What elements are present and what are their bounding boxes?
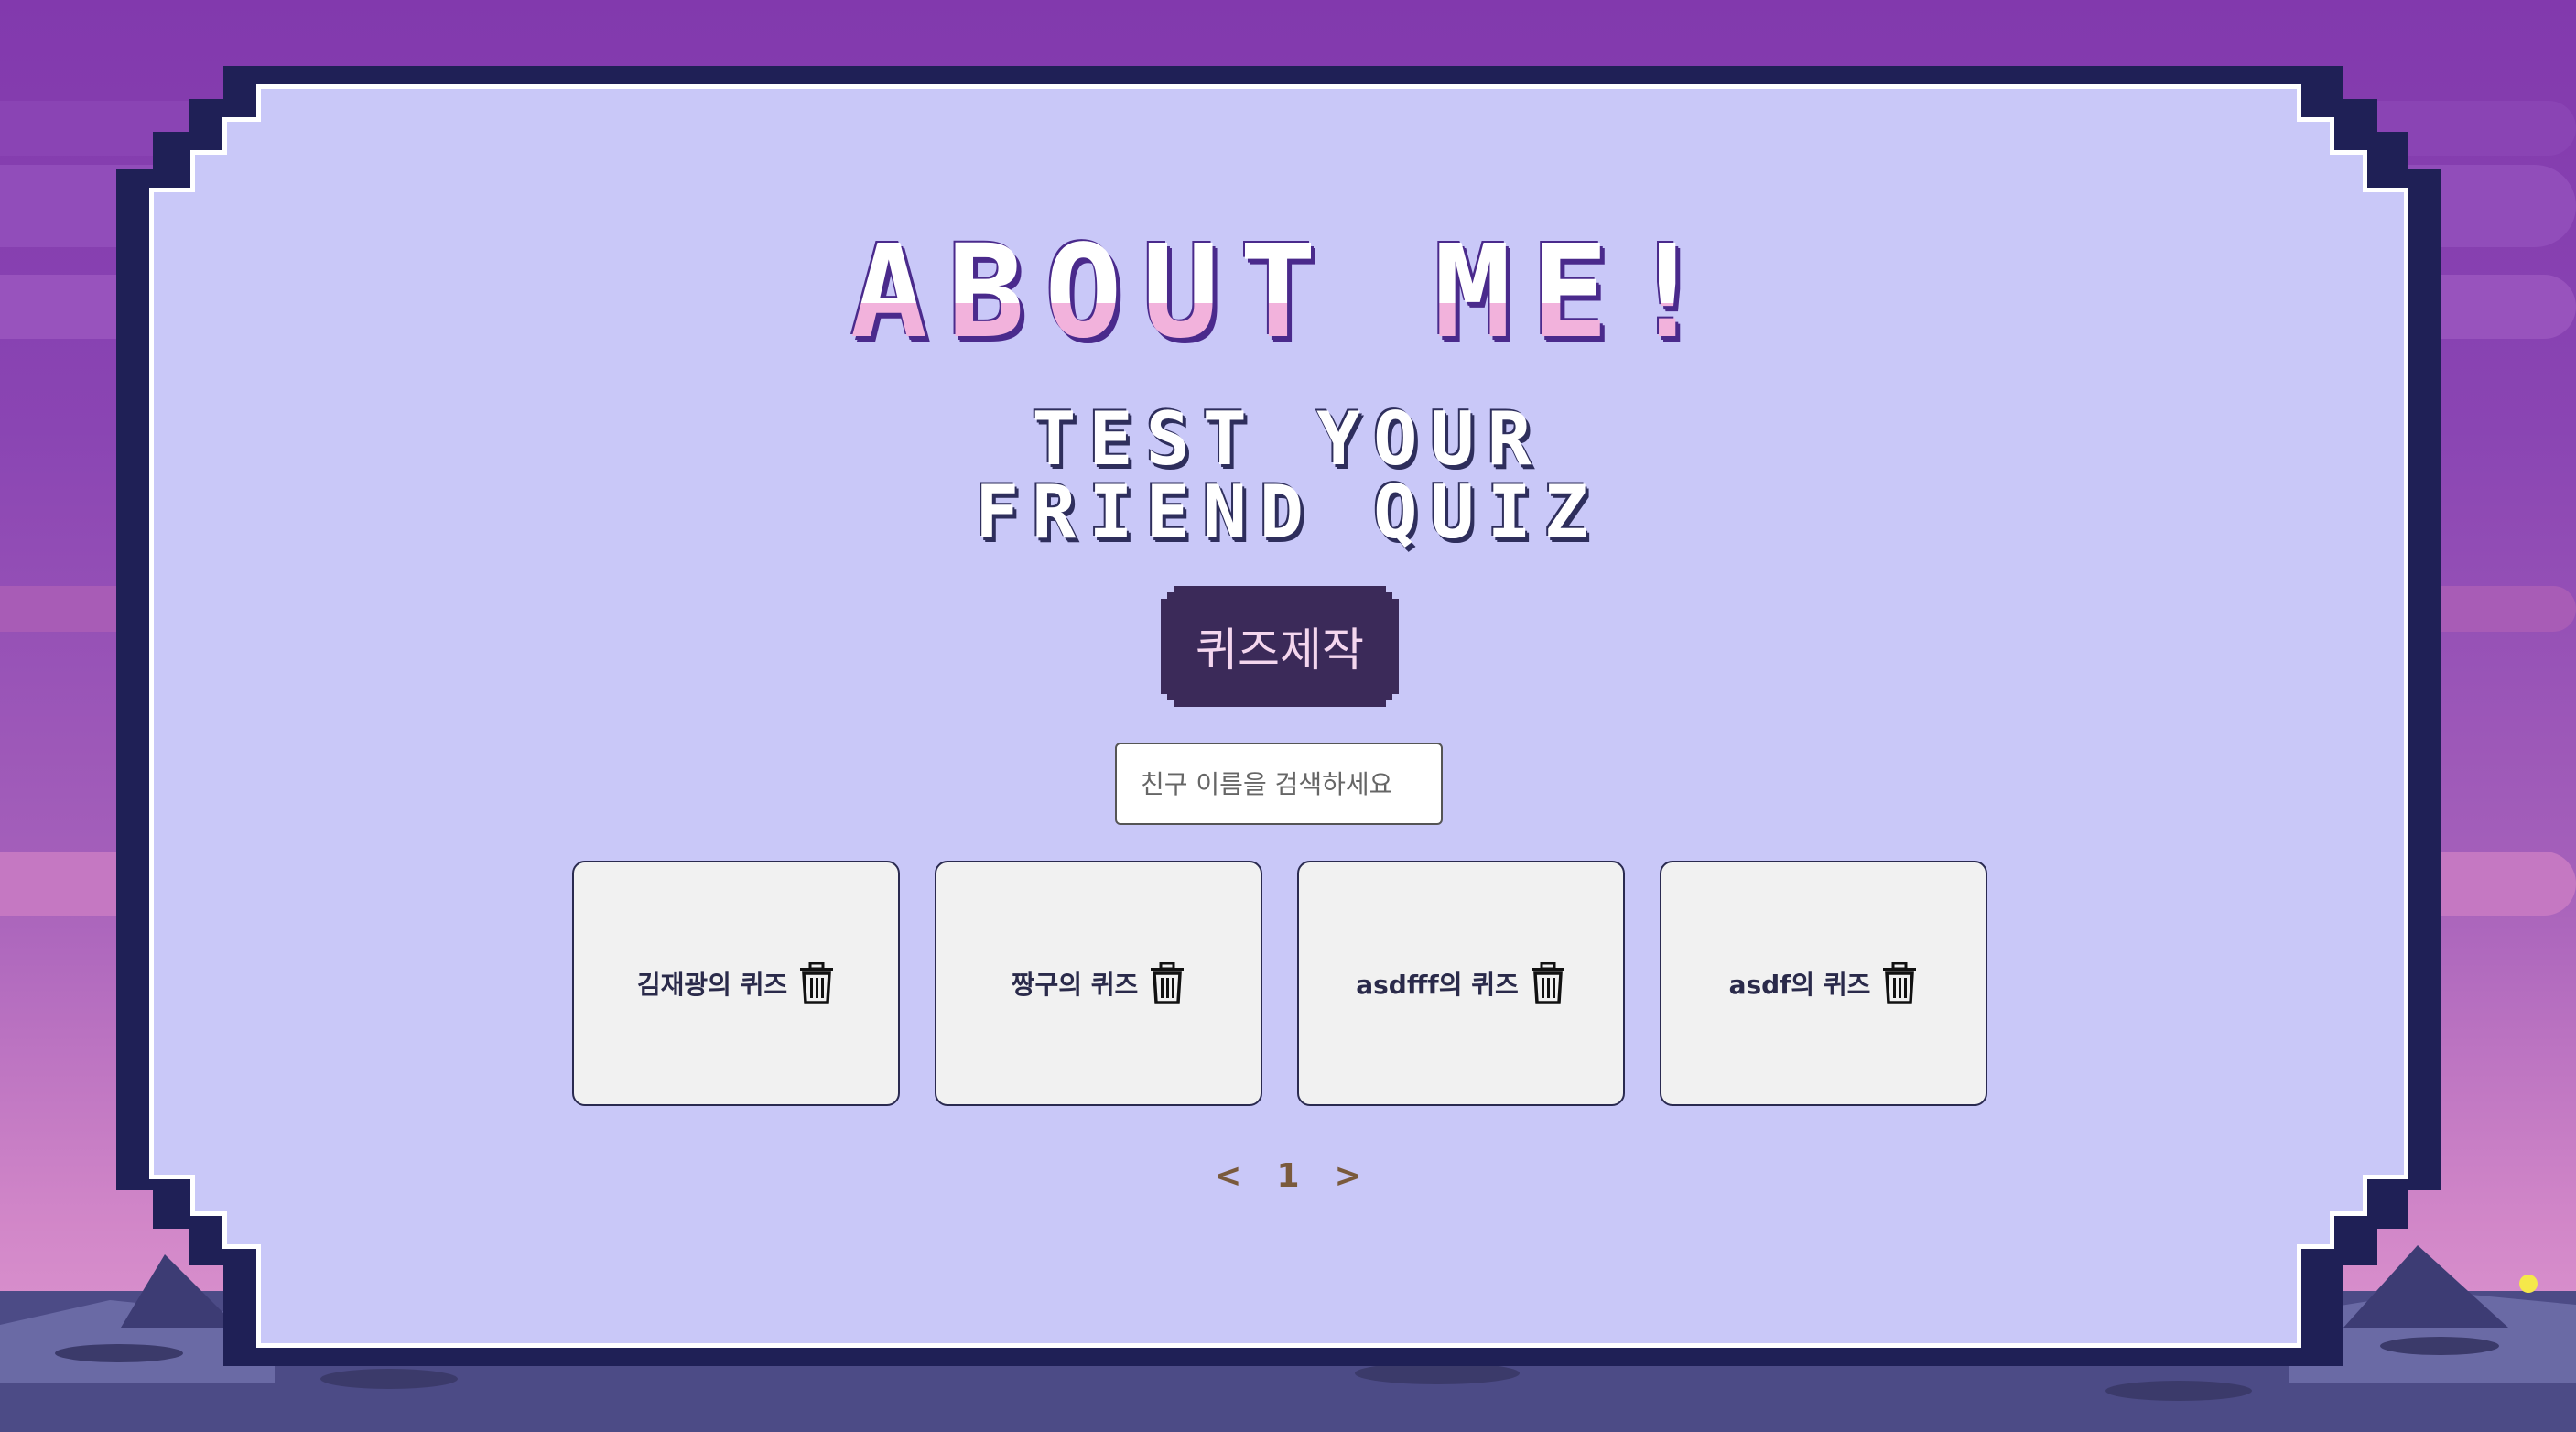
pagination: < 1 > (0, 1157, 2576, 1195)
main-content: ABOUT ME! TEST YOUR FRIEND QUIZ 퀴즈제작 김재광… (0, 0, 2576, 1432)
next-page-button[interactable]: > (1335, 1157, 1362, 1195)
quiz-card-label: 짱구의 퀴즈 (1011, 970, 1139, 1000)
page-subtitle-line2: FRIEND QUIZ (975, 470, 1601, 555)
quiz-card[interactable]: asdf의 퀴즈 (1660, 861, 1987, 1106)
quiz-card-label: 김재광의 퀴즈 (636, 970, 788, 1000)
quiz-card[interactable]: 김재광의 퀴즈 (572, 861, 900, 1106)
quiz-card-label: asdfff의 퀴즈 (1356, 970, 1519, 1000)
friend-search-input[interactable] (1115, 743, 1443, 825)
current-page-number[interactable]: 1 (1276, 1157, 1299, 1195)
quiz-card[interactable]: asdfff의 퀴즈 (1297, 861, 1625, 1106)
quiz-card-label: asdf의 퀴즈 (1728, 970, 1871, 1000)
trash-icon[interactable] (1881, 961, 1918, 1004)
quiz-card[interactable]: 짱구의 퀴즈 (935, 861, 1262, 1106)
trash-icon[interactable] (798, 961, 835, 1004)
trash-icon[interactable] (1149, 961, 1185, 1004)
trash-icon[interactable] (1530, 961, 1566, 1004)
create-quiz-button[interactable]: 퀴즈제작 (1161, 586, 1399, 707)
page-subtitle-line1: TEST YOUR (1032, 396, 1544, 482)
page-title: ABOUT ME! (0, 229, 2576, 357)
prev-page-button[interactable]: < (1214, 1157, 1241, 1195)
